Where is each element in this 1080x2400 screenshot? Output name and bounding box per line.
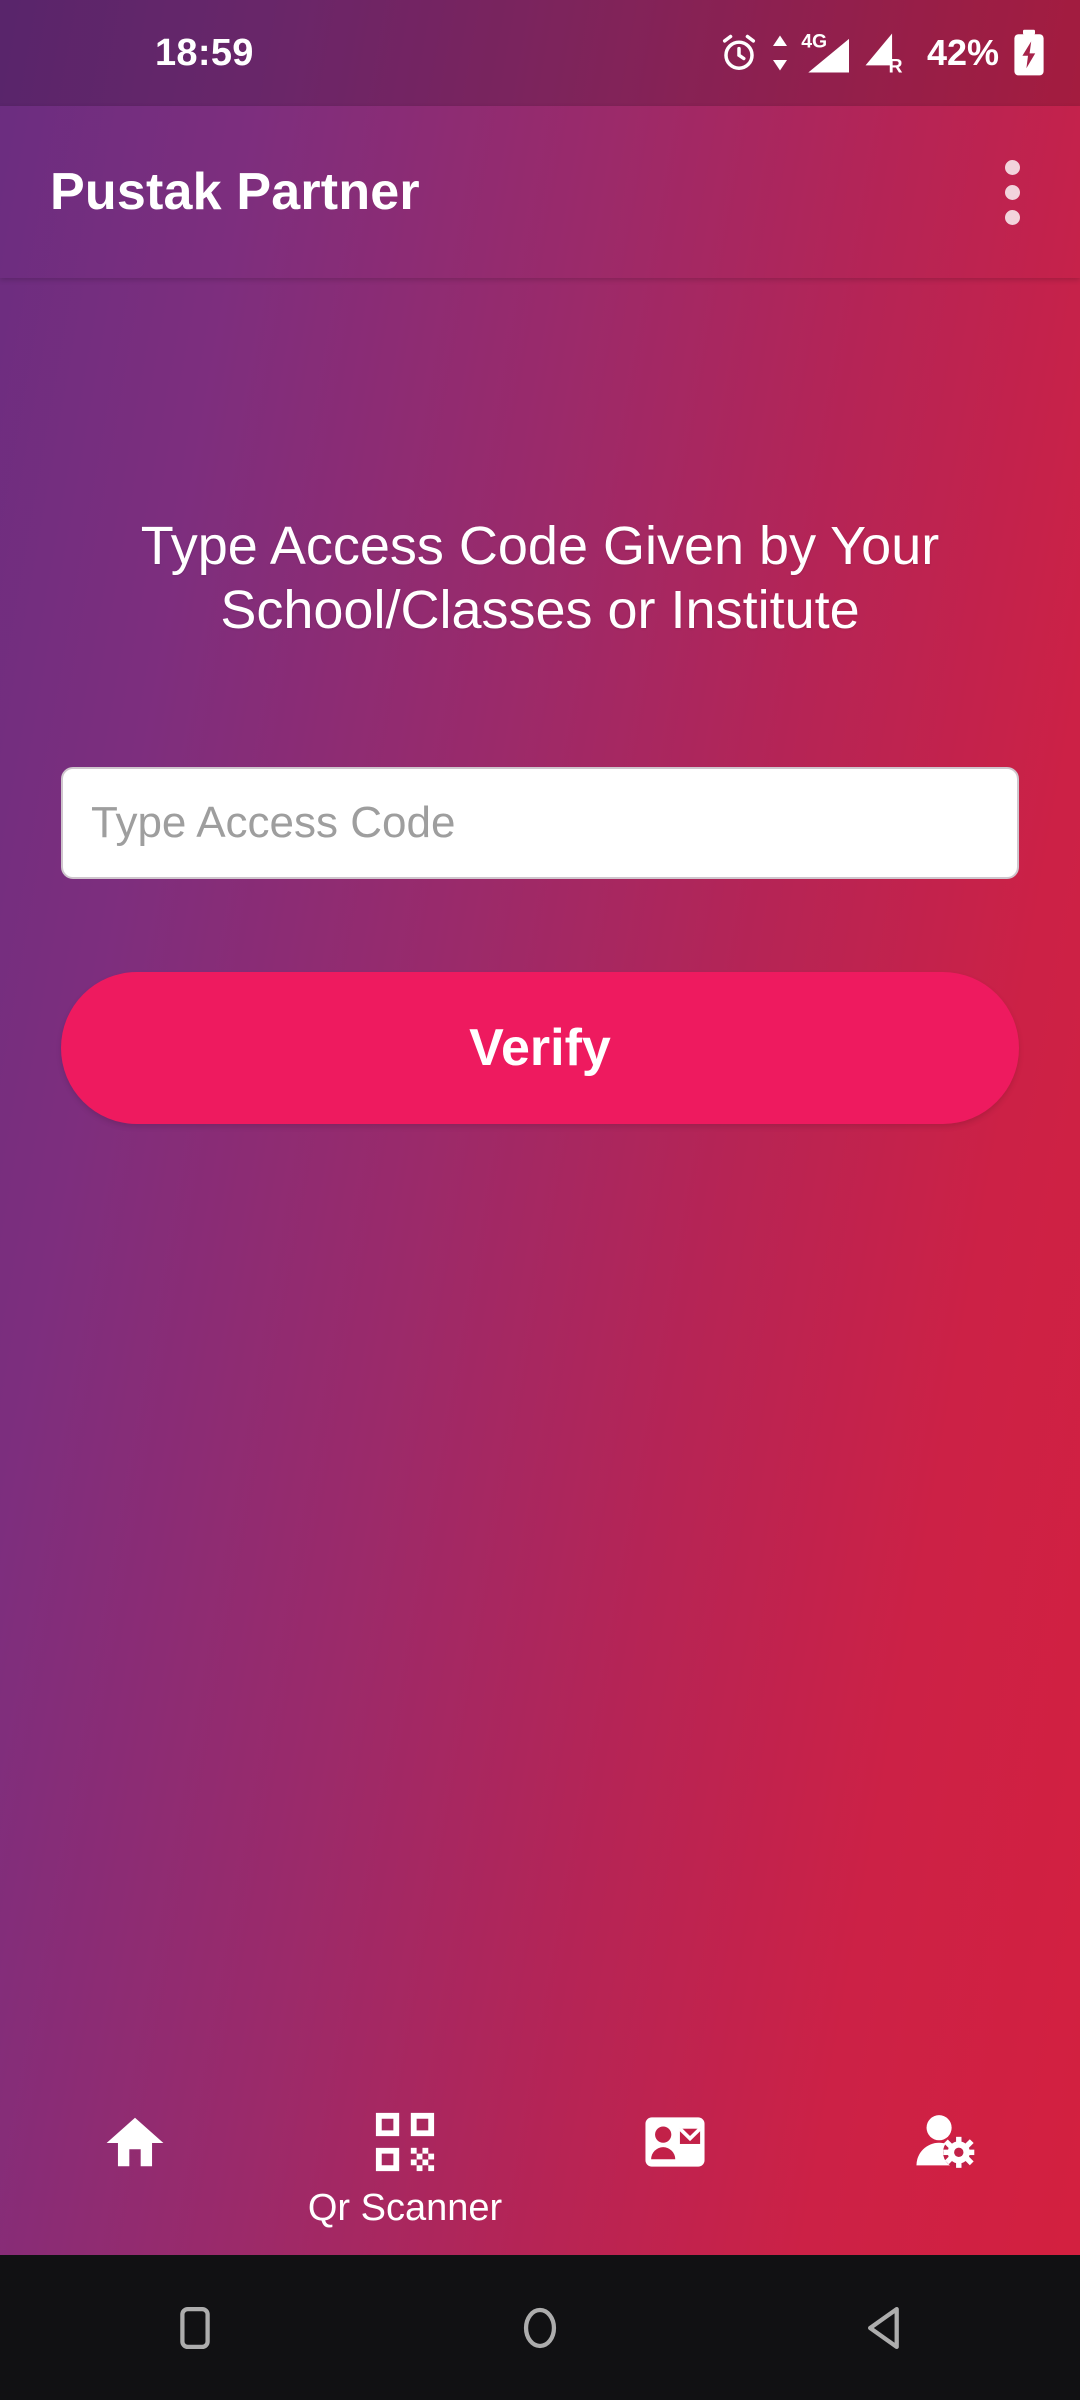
nav-item-contact-card[interactable]: [540, 2085, 810, 2255]
nav-item-user-settings[interactable]: [810, 2085, 1080, 2255]
nav-label-qr-scanner: Qr Scanner: [307, 2187, 503, 2229]
back-button[interactable]: [830, 2273, 940, 2383]
signal-roaming-icon: R: [865, 33, 903, 76]
qr-icon-wrap: [373, 2099, 437, 2185]
home-icon-wrap: [104, 2099, 166, 2185]
home-button[interactable]: [485, 2273, 595, 2383]
phone-screen: 18:59 4G R 42% Pustak Partner Type Acces…: [0, 0, 1080, 2400]
nav-item-qr-scanner[interactable]: Qr Scanner: [270, 2085, 540, 2255]
battery-percent-text: 42%: [926, 32, 999, 73]
nav-item-home[interactable]: [0, 2085, 270, 2255]
status-bar-icons: 4G R 42%: [717, 29, 1046, 77]
qr-code-icon: [375, 2112, 435, 2172]
overflow-menu-icon[interactable]: [989, 146, 1036, 239]
back-triangle-icon: [868, 2306, 899, 2349]
recents-button[interactable]: [140, 2273, 250, 2383]
overflow-dot: [1005, 159, 1020, 175]
app-bar: Pustak Partner: [0, 106, 1080, 278]
main-content: Type Access Code Given by Your School/Cl…: [0, 278, 1080, 2100]
network-type-text: 4G: [801, 31, 827, 53]
alarm-icon: [722, 34, 755, 70]
home-circle-icon: [523, 2307, 557, 2348]
app-title: Pustak Partner: [50, 163, 420, 221]
user-settings-icon-wrap: [913, 2099, 977, 2185]
overflow-dot: [1005, 209, 1020, 225]
user-settings-icon: [916, 2115, 975, 2169]
battery-charging-icon: [1014, 29, 1044, 76]
android-navigation-bar: [0, 2255, 1080, 2400]
status-bar: 18:59 4G R 42%: [0, 0, 1080, 106]
access-code-heading: Type Access Code Given by Your School/Cl…: [140, 516, 940, 640]
bottom-navigation-bar: Qr Scanner: [0, 2085, 1080, 2255]
recents-icon: [180, 2306, 210, 2349]
overflow-dot: [1005, 184, 1020, 200]
roaming-text: R: [888, 55, 902, 76]
verify-button[interactable]: Verify: [61, 972, 1019, 1124]
access-code-input[interactable]: [61, 767, 1019, 879]
signal-4g-icon: 4G: [801, 31, 849, 73]
contact-card-icon: [645, 2117, 705, 2167]
status-bar-clock: 18:59: [155, 31, 254, 74]
home-icon: [106, 2117, 164, 2167]
data-transfer-icon: [772, 35, 787, 71]
contact-card-icon-wrap: [643, 2099, 707, 2185]
